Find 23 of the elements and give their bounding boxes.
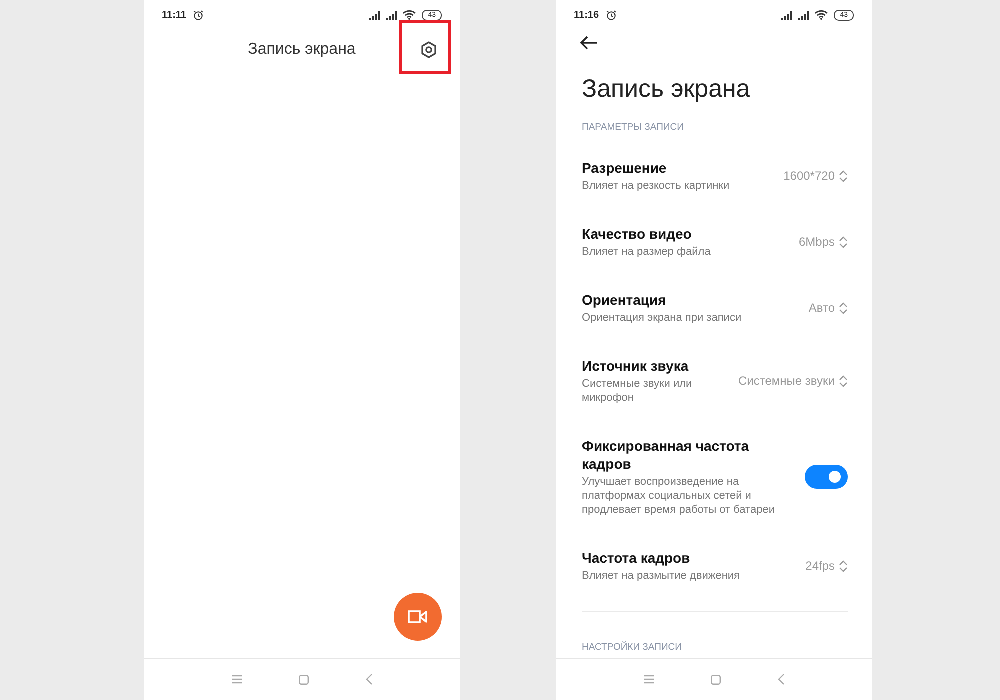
value-selector[interactable]: 1600*720 [784,169,848,183]
setting-description: Влияет на размытие движения [582,569,741,583]
status-time: 11:11 [162,10,186,20]
setting-title: Ориентация [582,291,668,309]
screen-title: Запись экрана [248,41,356,59]
page-title: Запись экрана [582,75,752,104]
value-selector[interactable]: 6Mbps [798,235,848,249]
setting-description: Системные звуки или микрофон [582,377,694,405]
value-selector[interactable]: 24fps [806,559,848,573]
section-header: ПАРАМЕТРЫ ЗАПИСИ [582,122,685,133]
section-header: НАСТРОЙКИ ЗАПИСИ [582,642,683,653]
setting-description: Влияет на размер файла [582,245,712,259]
setting-title: Источник звука [582,357,690,375]
setting-title: Частота кадров [582,549,692,567]
value-selector[interactable]: Авто [808,301,848,315]
setting-description: Ориентация экрана при записи [582,311,743,325]
setting-title: Фиксированная частота кадров [582,437,750,473]
setting-description: Улучшает воспроизведение на платформах социальных сетей и продлевает время работы от батареи [582,475,776,517]
setting-description: Влияет на резкость картинки [582,179,731,193]
value-selector[interactable]: Системные звуки [738,374,848,388]
status-time: 11:16 [574,10,600,20]
setting-title: Качество видео [582,225,693,243]
setting-title: Разрешение [582,159,668,177]
